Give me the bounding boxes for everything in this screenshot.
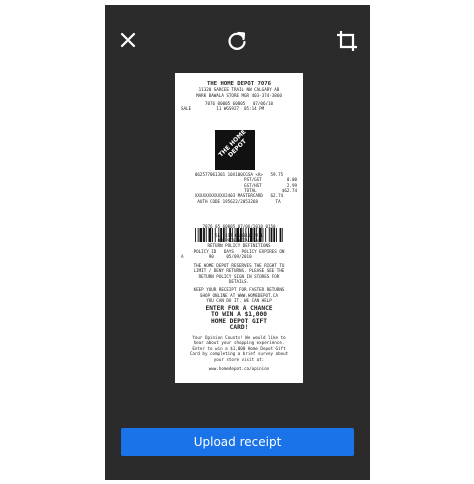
crop-icon[interactable] [335,29,359,53]
rotate-icon[interactable] [225,29,249,53]
receipt-contest-4: CARD! [229,324,249,332]
receipt-image: THE HOME DEPOT 7076 11320 SARCEE TRAIL N… [175,73,303,383]
receipt-survey-url: www.homedepot.ca/opinion [208,365,270,371]
receipt-survey-4: Card by completing a brief survey about [189,351,289,357]
close-icon[interactable] [117,29,139,51]
receipt-keep-1: KEEP YOUR RECEIPT FOR FASTER RETURNS [193,287,285,293]
receipt-capture-screen: THE HOME DEPOT 7076 11320 SARCEE TRAIL N… [105,5,370,480]
logo-text: THE HOME DEPOT [217,128,248,159]
home-depot-logo: THE HOME DEPOT [215,128,255,170]
receipt-notice-1: THE HOME DEPOT RESERVES THE RIGHT TO [193,262,285,268]
receipt-txn-line: 7076 00005 60805 07/06/10 [204,101,274,107]
receipt-barcode [195,228,283,242]
receipt-survey-2: hear about your shopping experience. [193,340,285,346]
receipt-header: THE HOME DEPOT 7076 [207,81,271,87]
upload-receipt-button[interactable]: Upload receipt [121,428,354,456]
receipt-notice-2: LIMIT / DENY RETURNS. PLEASE SEE THE [193,268,285,274]
receipt-survey-1: Your Opinion Counts! We would like to [192,334,286,340]
